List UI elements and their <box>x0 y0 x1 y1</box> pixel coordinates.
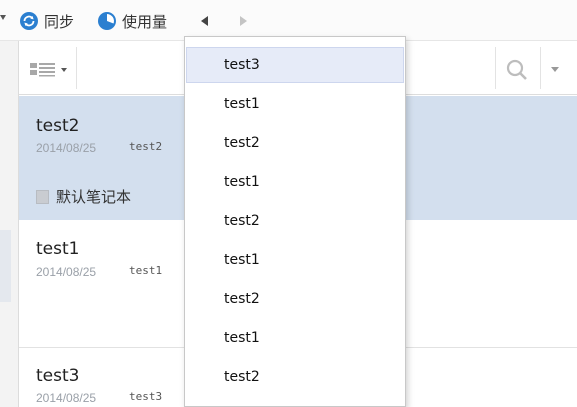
note-title: test2 <box>36 116 80 136</box>
note-title: test3 <box>36 366 80 386</box>
note-notebook: 默认笔记本 <box>36 186 131 207</box>
history-dropdown-menu: test3 test1 test2 test1 test2 test1 test… <box>184 36 406 407</box>
sync-label: 同步 <box>44 12 75 31</box>
notebook-name: 默认笔记本 <box>56 188 132 206</box>
header-divider <box>76 47 77 89</box>
search-icon[interactable] <box>506 59 528 81</box>
forward-arrow-icon[interactable] <box>236 13 250 29</box>
history-menu-item[interactable]: test1 <box>186 242 404 278</box>
usage-pie-icon <box>98 12 116 30</box>
caret-down-icon[interactable] <box>0 15 6 20</box>
header-divider <box>495 47 496 89</box>
sync-icon <box>20 12 38 30</box>
note-date: 2014/08/25 <box>36 391 97 405</box>
note-date: 2014/08/25 <box>36 141 97 155</box>
note-snippet: test2 <box>129 140 163 153</box>
history-menu-item[interactable]: test1 <box>186 320 404 356</box>
history-menu-item[interactable]: test1 <box>186 86 404 122</box>
toolbar: 同步 使用量 <box>0 0 577 41</box>
note-title: test1 <box>36 239 80 259</box>
left-sidebar-strip <box>0 41 19 407</box>
history-menu-item[interactable]: test2 <box>186 281 404 317</box>
back-arrow-icon[interactable] <box>198 13 212 29</box>
history-menu-item[interactable]: test3 <box>186 47 404 83</box>
header-divider <box>540 47 541 89</box>
usage-label: 使用量 <box>122 12 168 31</box>
history-menu-item[interactable]: test2 <box>186 203 404 239</box>
list-view-icon <box>30 63 67 77</box>
note-date: 2014/08/25 <box>36 265 97 279</box>
note-snippet: test3 <box>129 390 163 403</box>
history-menu-item[interactable]: test2 <box>186 359 404 395</box>
sync-button[interactable]: 同步 <box>19 9 74 33</box>
usage-button[interactable]: 使用量 <box>97 9 167 33</box>
history-menu-item[interactable]: test1 <box>186 164 404 200</box>
sidebar-selection-marker <box>0 230 11 302</box>
history-menu-item[interactable]: test2 <box>186 125 404 161</box>
notebook-icon <box>36 189 49 204</box>
note-snippet: test1 <box>129 264 163 277</box>
search-options-caret-icon[interactable] <box>551 67 559 72</box>
view-mode-button[interactable] <box>27 58 71 80</box>
